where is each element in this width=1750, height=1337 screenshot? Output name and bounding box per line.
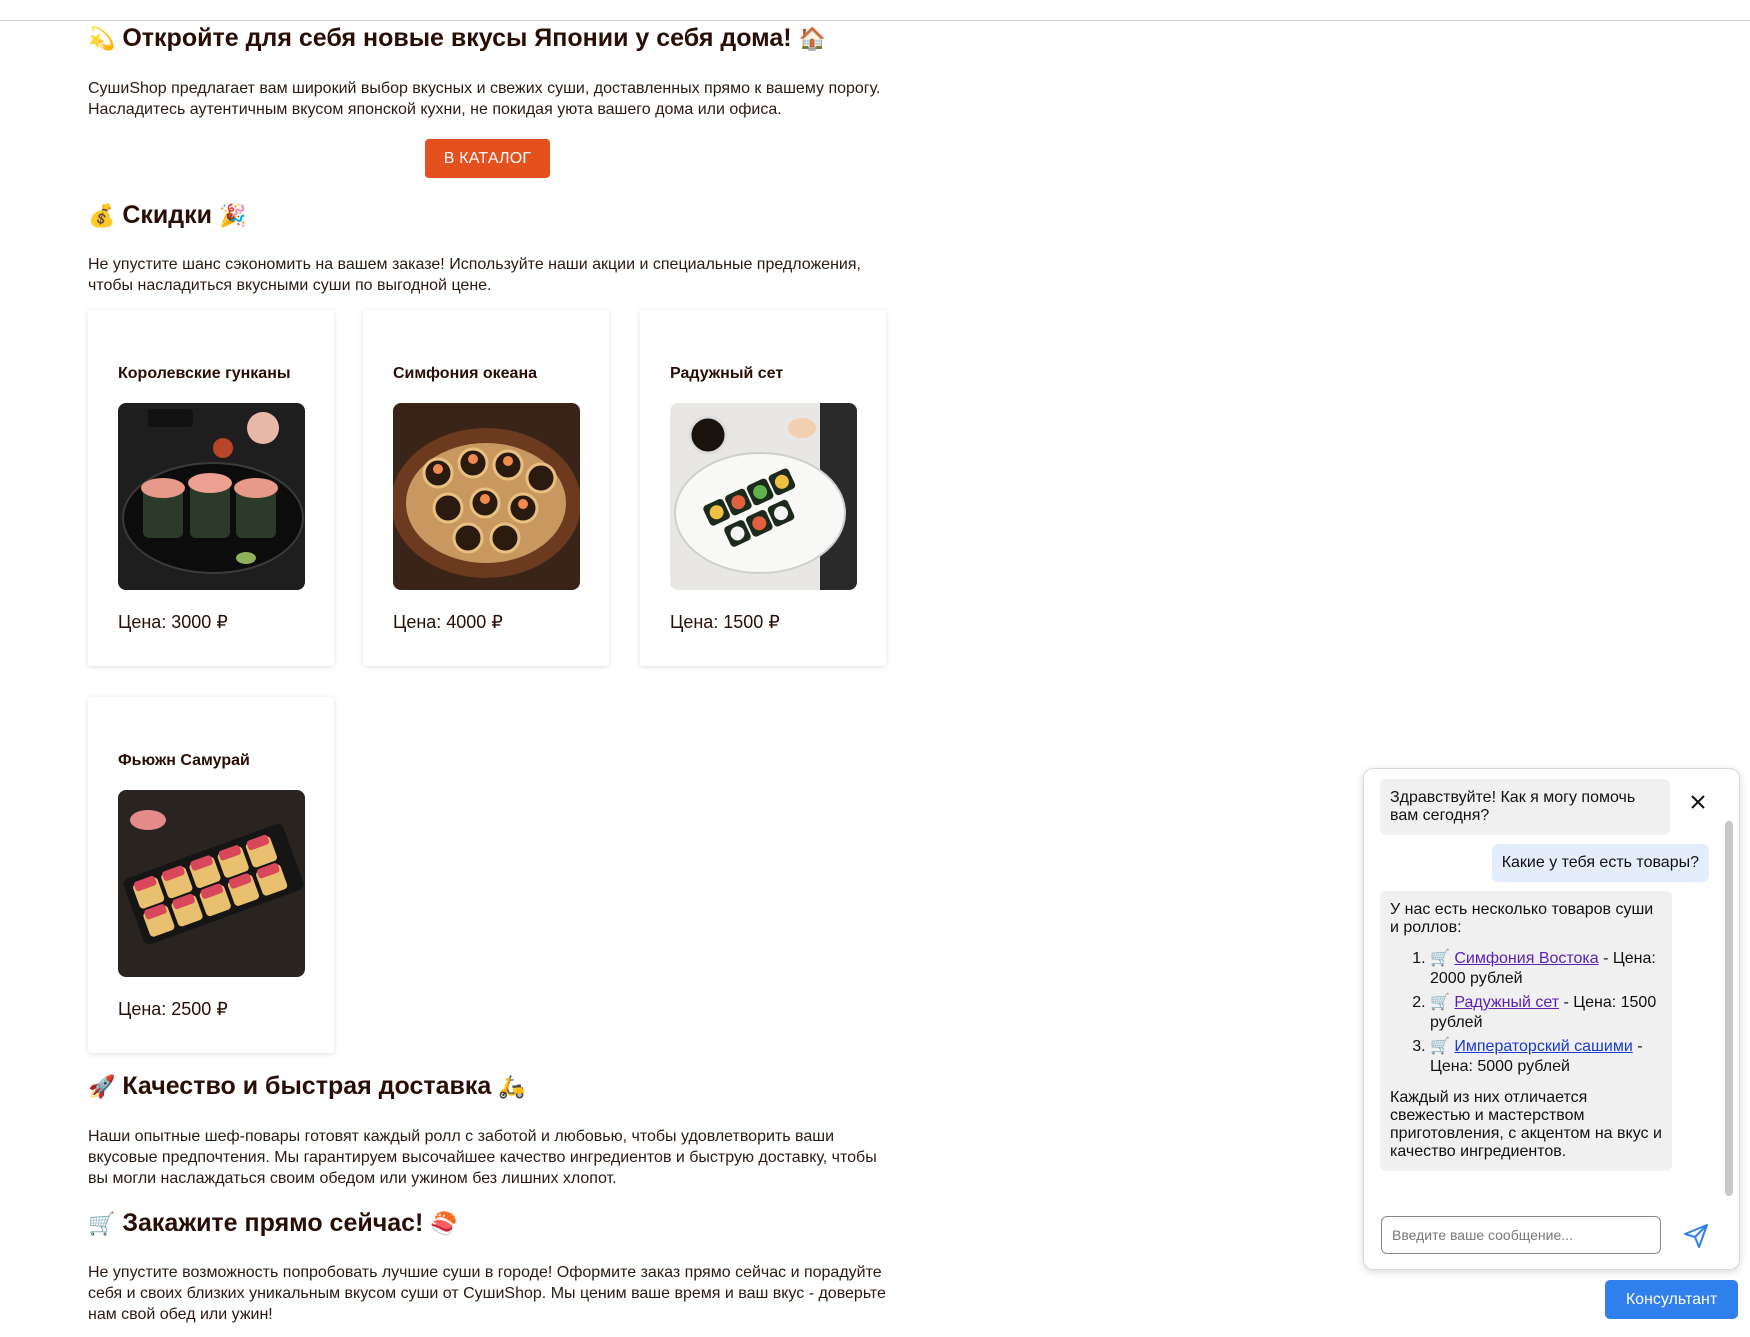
product-card[interactable]: Фьюжн Самурай Цена: 2500 ₽ bbox=[88, 697, 334, 1053]
chat-product-link[interactable]: Радужный сет bbox=[1454, 994, 1559, 1011]
product-name: Симфония океана bbox=[393, 365, 537, 382]
chat-reply-intro: У нас есть несколько товаров суши и ролл… bbox=[1390, 901, 1654, 936]
product-name: Радужный сет bbox=[670, 365, 784, 382]
sparkle-icon: 💫 bbox=[88, 26, 116, 51]
order-text: Не упустите возможность попробовать лучш… bbox=[88, 1264, 886, 1323]
product-card[interactable]: Радужный сет Цена: 1500 ₽ bbox=[640, 310, 886, 666]
cart-icon: 🛒 bbox=[1430, 1038, 1450, 1055]
top-bar bbox=[0, 0, 1750, 21]
chat-product-link[interactable]: Симфония Востока bbox=[1454, 950, 1598, 967]
rocket-icon: 🚀 bbox=[88, 1074, 116, 1099]
sushi-icon: 🍣 bbox=[430, 1211, 458, 1236]
order-title: 🛒 Закажите прямо сейчас! 🍣 bbox=[88, 1209, 458, 1238]
chat-widget: Здравствуйте! Как я могу помочь вам сего… bbox=[1363, 768, 1740, 1270]
chat-reply-outro: Каждый из них отличается свежестью и мас… bbox=[1390, 1089, 1662, 1160]
discounts-title-text: Скидки bbox=[122, 201, 213, 229]
hero-title-text: Откройте для себя новые вкусы Японии у с… bbox=[122, 24, 792, 52]
chat-product-item: 🛒 Императорский сашими - Цена: 5000 рубл… bbox=[1430, 1037, 1662, 1077]
order-title-text: Закажите прямо сейчас! bbox=[122, 1209, 424, 1237]
product-image[interactable] bbox=[670, 403, 857, 590]
chat-product-item: 🛒 Симфония Востока - Цена: 2000 рублей bbox=[1430, 949, 1662, 989]
quality-title: 🚀 Качество и быстрая доставка 🛵 bbox=[88, 1072, 526, 1101]
product-card[interactable]: Королевские гунканы Цена: 3000 ₽ bbox=[88, 310, 334, 666]
quality-text: Наши опытные шеф-повары готовят каждый р… bbox=[88, 1128, 877, 1187]
consultant-button[interactable]: Консультант bbox=[1605, 1280, 1738, 1319]
product-price: Цена: 2500 ₽ bbox=[118, 999, 228, 1019]
product-image[interactable] bbox=[118, 403, 305, 590]
product-price: Цена: 1500 ₽ bbox=[670, 612, 780, 632]
chat-bot-reply: У нас есть несколько товаров суши и ролл… bbox=[1380, 891, 1672, 1171]
chat-product-list: 🛒 Симфония Востока - Цена: 2000 рублей 🛒… bbox=[1390, 949, 1662, 1077]
product-name: Фьюжн Самурай bbox=[118, 752, 250, 769]
house-icon: 🏠 bbox=[798, 26, 826, 51]
product-price: Цена: 3000 ₽ bbox=[118, 612, 228, 632]
chat-message-input[interactable] bbox=[1381, 1216, 1661, 1254]
hero-text: СушиShop предлагает вам широкий выбор вк… bbox=[88, 80, 881, 118]
chat-product-item: 🛒 Радужный сет - Цена: 1500 рублей bbox=[1430, 993, 1662, 1033]
product-name: Королевские гунканы bbox=[118, 365, 291, 382]
product-image[interactable] bbox=[118, 790, 305, 977]
money-bag-icon: 💰 bbox=[88, 203, 116, 228]
cart-icon: 🛒 bbox=[88, 1211, 116, 1236]
quality-title-text: Качество и быстрая доставка bbox=[122, 1072, 492, 1100]
catalog-button[interactable]: В КАТАЛОГ bbox=[425, 139, 550, 178]
chat-user-message: Какие у тебя есть товары? bbox=[1491, 844, 1709, 882]
scooter-icon: 🛵 bbox=[498, 1074, 526, 1099]
chat-bot-message: Здравствуйте! Как я могу помочь вам сего… bbox=[1380, 779, 1670, 835]
close-icon[interactable] bbox=[1689, 793, 1707, 811]
chat-product-link[interactable]: Императорский сашими bbox=[1454, 1038, 1632, 1055]
discounts-title: 💰 Скидки 🎉 bbox=[88, 201, 246, 230]
cart-icon: 🛒 bbox=[1430, 994, 1450, 1011]
hero-title: 💫 Откройте для себя новые вкусы Японии у… bbox=[88, 24, 826, 53]
chat-scrollbar[interactable] bbox=[1725, 821, 1733, 1196]
product-card[interactable]: Симфония океана Цена: 4000 ₽ bbox=[363, 310, 609, 666]
cart-icon: 🛒 bbox=[1430, 950, 1450, 967]
party-popper-icon: 🎉 bbox=[219, 203, 247, 228]
send-icon[interactable] bbox=[1682, 1222, 1710, 1250]
product-price: Цена: 4000 ₽ bbox=[393, 612, 503, 632]
product-image[interactable] bbox=[393, 403, 580, 590]
discounts-text: Не упустите шанс сэкономить на вашем зак… bbox=[88, 256, 861, 294]
